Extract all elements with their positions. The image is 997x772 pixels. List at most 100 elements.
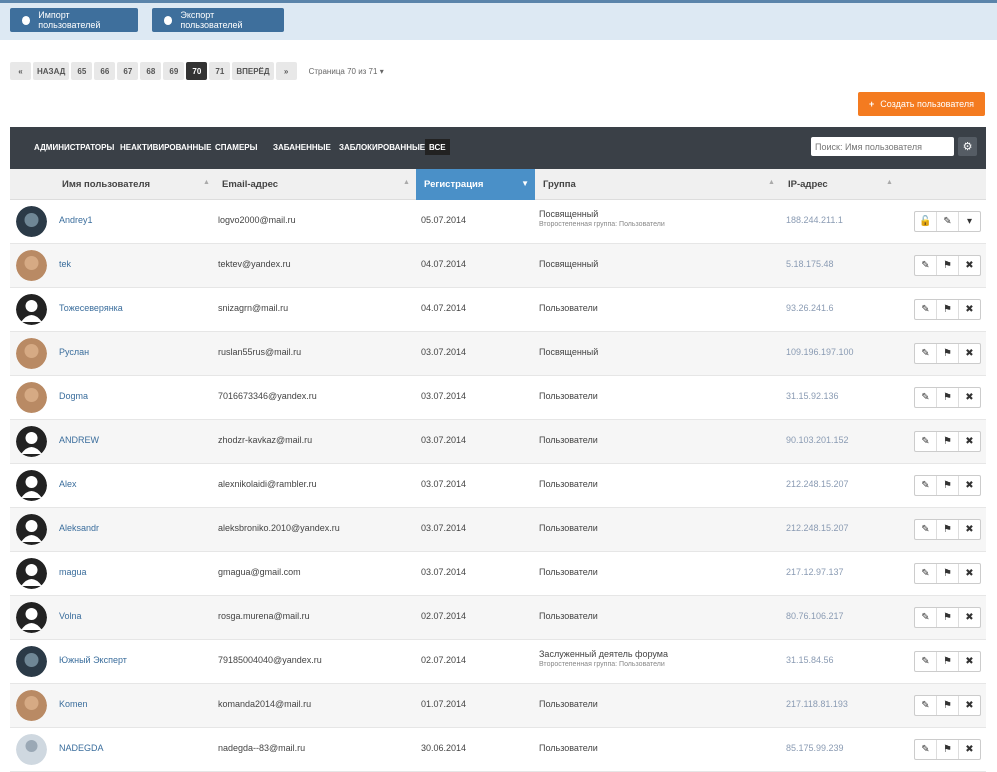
flag-icon[interactable]: ⚑ <box>937 388 959 407</box>
avatar[interactable] <box>16 294 47 325</box>
flag-icon[interactable]: ⚑ <box>937 652 959 671</box>
pencil-icon[interactable]: ✎ <box>915 432 937 451</box>
email-cell: alexnikolaidi@rambler.ru <box>218 479 317 489</box>
unlock-icon[interactable]: 🔓 <box>915 212 937 231</box>
page-70-current[interactable]: 70 <box>186 62 208 80</box>
username-link[interactable]: ANDREW <box>59 435 99 445</box>
page-71[interactable]: 71 <box>209 62 231 80</box>
col-ip[interactable]: IP-адрес <box>788 169 828 200</box>
avatar[interactable] <box>16 514 47 545</box>
avatar[interactable] <box>16 338 47 369</box>
import-users-button[interactable]: Импорт пользователей <box>10 8 138 32</box>
col-email[interactable]: Email-адрес <box>222 169 278 200</box>
avatar[interactable] <box>16 426 47 457</box>
username-link[interactable]: NADEGDA <box>59 743 104 753</box>
username-link[interactable]: Volna <box>59 611 82 621</box>
close-icon[interactable]: ✖ <box>959 740 980 759</box>
pencil-icon[interactable]: ✎ <box>915 344 937 363</box>
username-link[interactable]: tek <box>59 259 71 269</box>
avatar[interactable] <box>16 646 47 677</box>
pencil-icon[interactable]: ✎ <box>915 388 937 407</box>
username-link[interactable]: Andrey1 <box>59 215 93 225</box>
username-link[interactable]: Руслан <box>59 347 89 357</box>
gear-icon[interactable]: ⚙ <box>958 137 977 156</box>
close-icon[interactable]: ✖ <box>959 432 980 451</box>
export-users-button[interactable]: Экспорт пользователей <box>152 8 284 32</box>
next-button[interactable]: ВПЕРЁД <box>232 62 274 80</box>
username-link[interactable]: Aleksandr <box>59 523 99 533</box>
page-info-dropdown[interactable]: Страница 70 из 71 ▾ <box>309 67 384 76</box>
pencil-icon[interactable]: ✎ <box>915 740 937 759</box>
close-icon[interactable]: ✖ <box>959 652 980 671</box>
last-page-button[interactable]: » <box>275 62 297 80</box>
flag-icon[interactable]: ⚑ <box>937 740 959 759</box>
close-icon[interactable]: ✖ <box>959 696 980 715</box>
create-user-button[interactable]: + Создать пользователя <box>858 92 985 116</box>
close-icon[interactable]: ✖ <box>959 300 980 319</box>
col-group[interactable]: Группа <box>543 169 576 200</box>
flag-icon[interactable]: ⚑ <box>937 300 959 319</box>
page-66[interactable]: 66 <box>94 62 116 80</box>
close-icon[interactable]: ✖ <box>959 476 980 495</box>
pencil-icon[interactable]: ✎ <box>915 520 937 539</box>
close-icon[interactable]: ✖ <box>959 388 980 407</box>
ip-address: 212.248.15.207 <box>786 523 849 533</box>
filter-spammers[interactable]: СПАМЕРЫ <box>211 139 261 155</box>
col-username[interactable]: Имя пользователя <box>62 169 150 200</box>
pencil-icon[interactable]: ✎ <box>915 608 937 627</box>
flag-icon[interactable]: ⚑ <box>937 564 959 583</box>
back-button[interactable]: НАЗАД <box>33 62 70 80</box>
pencil-icon[interactable]: ✎ <box>915 652 937 671</box>
avatar[interactable] <box>16 206 47 237</box>
sort-icon[interactable]: ▲ <box>886 179 893 186</box>
close-icon[interactable]: ✖ <box>959 608 980 627</box>
page-68[interactable]: 68 <box>140 62 162 80</box>
close-icon[interactable]: ✖ <box>959 344 980 363</box>
flag-icon[interactable]: ⚑ <box>937 520 959 539</box>
filter-all[interactable]: ВСЕ <box>425 139 450 155</box>
username-link[interactable]: Alex <box>59 479 77 489</box>
pencil-icon[interactable]: ✎ <box>915 696 937 715</box>
search-input[interactable] <box>811 137 954 156</box>
flag-icon[interactable]: ⚑ <box>937 608 959 627</box>
page-69[interactable]: 69 <box>163 62 185 80</box>
avatar[interactable] <box>16 470 47 501</box>
avatar[interactable] <box>16 690 47 721</box>
avatar[interactable] <box>16 250 47 281</box>
avatar[interactable] <box>16 734 47 765</box>
flag-icon[interactable]: ⚑ <box>937 476 959 495</box>
sort-icon[interactable]: ▲ <box>768 179 775 186</box>
sort-icon[interactable]: ▲ <box>403 179 410 186</box>
flag-icon[interactable]: ⚑ <box>937 696 959 715</box>
pencil-icon[interactable]: ✎ <box>915 300 937 319</box>
username-link[interactable]: Komen <box>59 699 88 709</box>
table-row: Dogma 7016673346@yandex.ru 03.07.2014 Польз… <box>10 376 986 420</box>
filter-inactive[interactable]: НЕАКТИВИРОВАННЫЕ <box>116 139 215 155</box>
avatar[interactable] <box>16 382 47 413</box>
page-67[interactable]: 67 <box>117 62 139 80</box>
close-icon[interactable]: ✖ <box>959 520 980 539</box>
chevron-down-icon[interactable]: ▾ <box>959 212 980 231</box>
sort-icon[interactable]: ▲ <box>203 179 210 186</box>
username-link[interactable]: Тожесеверянка <box>59 303 123 313</box>
filter-banned[interactable]: ЗАБАНЕННЫЕ <box>269 139 335 155</box>
avatar[interactable] <box>16 558 47 589</box>
flag-icon[interactable]: ⚑ <box>937 432 959 451</box>
username-link[interactable]: Dogma <box>59 391 88 401</box>
avatar[interactable] <box>16 602 47 633</box>
close-icon[interactable]: ✖ <box>959 256 980 275</box>
flag-icon[interactable]: ⚑ <box>937 344 959 363</box>
filter-blocked[interactable]: ЗАБЛОКИРОВАННЫЕ <box>335 139 429 155</box>
pencil-icon[interactable]: ✎ <box>915 564 937 583</box>
username-link[interactable]: Южный Эксперт <box>59 655 127 665</box>
pencil-icon[interactable]: ✎ <box>915 476 937 495</box>
first-page-button[interactable]: « <box>10 62 31 80</box>
page-65[interactable]: 65 <box>71 62 93 80</box>
filter-admins[interactable]: АДМИНИСТРАТОРЫ <box>30 139 118 155</box>
pencil-icon[interactable]: ✎ <box>915 256 937 275</box>
pencil-icon[interactable]: ✎ <box>937 212 959 231</box>
flag-icon[interactable]: ⚑ <box>937 256 959 275</box>
username-link[interactable]: magua <box>59 567 87 577</box>
close-icon[interactable]: ✖ <box>959 564 980 583</box>
col-registration[interactable]: Регистрация ▼ <box>416 169 535 200</box>
